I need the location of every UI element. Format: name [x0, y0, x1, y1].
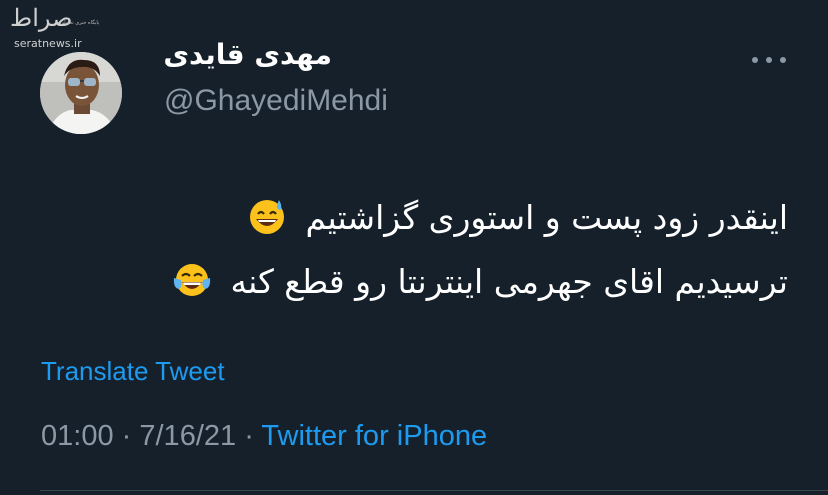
dot — [780, 57, 786, 63]
display-name[interactable]: مهدی قایدی — [163, 38, 332, 71]
tweet-line-1-text: اینقدر زود پست و استوری گزاشتیم — [305, 198, 788, 237]
watermark-logo-text: صراط — [10, 4, 73, 32]
tweet-line-1: اینقدر زود پست و استوری گزاشتیم — [28, 186, 788, 250]
more-options-icon[interactable] — [752, 50, 786, 70]
tweet-source-link[interactable]: Twitter for iPhone — [261, 420, 487, 452]
watermark-logo: صراط پایگاه خبری تحلیلی seratnews.ir — [6, 4, 106, 52]
avatar[interactable] — [40, 52, 122, 134]
face-with-tears-of-joy-icon — [173, 263, 211, 296]
meta-separator: · — [121, 420, 132, 452]
avatar-photo — [40, 52, 122, 134]
user-handle[interactable]: @GhayediMehdi — [164, 84, 388, 118]
tweet-text: اینقدر زود پست و استوری گزاشتیم ترسیدیم … — [28, 186, 788, 314]
tweet-date: 7/16/21 — [139, 420, 237, 452]
translate-tweet-link[interactable]: Translate Tweet — [41, 356, 225, 387]
divider — [40, 490, 828, 491]
grinning-face-with-sweat-icon — [250, 199, 285, 234]
tweet-line-2-text: ترسیدیم اقای جهرمی اینترنتا رو قطع کنه — [230, 262, 788, 301]
meta-separator: · — [244, 420, 254, 452]
tweet-line-2: ترسیدیم اقای جهرمی اینترنتا رو قطع کنه — [28, 250, 788, 314]
watermark-tagline: پایگاه خبری تحلیلی — [60, 20, 100, 26]
tweet-time: 01:00 — [41, 420, 114, 452]
watermark-site: seratnews.ir — [14, 37, 82, 50]
dot — [752, 57, 758, 63]
dot — [766, 57, 772, 63]
tweet-meta: 01:00 · 7/16/21 · Twitter for iPhone — [41, 420, 487, 453]
